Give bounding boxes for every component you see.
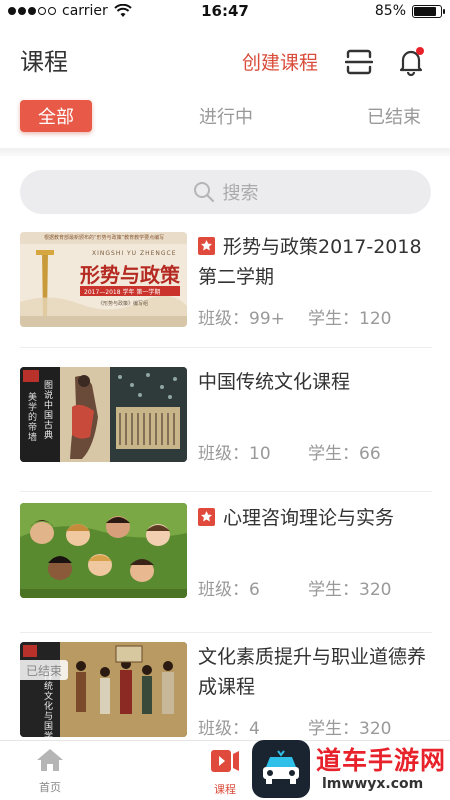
scan-icon[interactable] [345, 48, 373, 76]
search-input[interactable]: 搜索 [20, 170, 431, 214]
home-icon [37, 749, 63, 771]
class-count: 班级：6 [198, 580, 260, 600]
wifi-icon [114, 4, 132, 17]
course-item[interactable]: 图说中国古典 美学的帝墙 中国传统文化课程 班级：10 学生：66 [0, 367, 450, 492]
battery-percent: 85% [374, 3, 406, 19]
tab-all[interactable]: 全部 [20, 100, 92, 132]
status-left: carrier [8, 3, 132, 19]
course-thumbnail [20, 503, 187, 598]
row-divider [20, 491, 432, 492]
course-item[interactable]: 根据教育部最新颁布的“形势与政策”教育教学要点编写 XINGSHI YU ZHE… [0, 232, 450, 354]
class-count: 班级：10 [198, 444, 271, 464]
thumb-vertical-text: 图说中国古典 [44, 381, 54, 441]
tab-ongoing[interactable]: 进行中 [186, 100, 266, 132]
battery-fill [414, 6, 437, 16]
watermark-logo-icon [252, 740, 310, 798]
site-watermark: 道车手游网 lmwwyx.com [252, 738, 450, 800]
tab-ended[interactable]: 已结束 [354, 100, 434, 132]
course-title: 中国传统文化课程 [198, 371, 351, 393]
row-divider [20, 347, 432, 348]
signal-strength-icon [8, 7, 56, 15]
course-thumbnail: 图说中国古典 美学的帝墙 [20, 367, 187, 462]
search-placeholder: 搜索 [222, 183, 259, 204]
status-bar: carrier 16:47 85% [0, 0, 450, 22]
course-title-wrap: 心理咨询理论与实务 [198, 503, 430, 533]
student-count: 学生：120 [308, 309, 392, 329]
course-item[interactable]: 心理咨询理论与实务 班级：6 学生：320 [0, 503, 450, 633]
course-title: 文化素质提升与职业道德养成课程 [198, 646, 427, 698]
pinned-badge-icon [198, 237, 215, 255]
tabbar-item-course[interactable]: 课程 [195, 747, 255, 797]
row-divider [20, 632, 432, 633]
pinned-badge-icon [198, 508, 215, 526]
header: 课程 创建课程 [0, 36, 450, 86]
tabbar-label: 课程 [214, 783, 236, 796]
page-title: 课程 [20, 48, 68, 76]
ended-status-badge: 已结束 [20, 660, 68, 680]
thumb-top-note: 根据教育部最新颁布的“形势与政策”教育教学要点编写 [44, 235, 165, 241]
student-count: 学生：66 [308, 444, 381, 464]
section-divider [0, 148, 450, 156]
course-thumbnail: 根据教育部最新颁布的“形势与政策”教育教学要点编写 XINGSHI YU ZHE… [20, 232, 187, 327]
class-count: 班级：4 [198, 719, 260, 739]
course-title: 心理咨询理论与实务 [223, 507, 395, 529]
notification-bell-icon[interactable] [397, 46, 425, 76]
thumb-term: 2017—2018 学年 第一学期 [84, 289, 161, 296]
tabbar-label: 首页 [39, 781, 61, 794]
thumb-side-text: 美学的帝墙 [28, 393, 38, 443]
notification-dot [416, 47, 424, 55]
watermark-title: 道车手游网 [316, 746, 447, 775]
thumb-editor: 《形势与政策》编写组 [98, 301, 149, 307]
course-title: 形势与政策2017-2018第二学期 [198, 236, 422, 288]
create-course-button[interactable]: 创建课程 [242, 48, 318, 75]
filter-tabs: 全部 进行中 已结束 [0, 100, 450, 136]
course-icon [211, 750, 239, 772]
thumb-vertical-text: 传统文化与国学教育 [44, 672, 54, 737]
carrier-label: carrier [62, 3, 108, 19]
thumb-pinyin: XINGSHI YU ZHENGCE [92, 250, 177, 257]
course-thumbnail: 传统文化与国学教育 [20, 642, 187, 737]
watermark-text: 道车手游网 lmwwyx.com [316, 746, 446, 792]
watermark-url: lmwwyx.com [322, 776, 424, 792]
battery-icon [412, 4, 445, 18]
course-title-wrap: 形势与政策2017-2018第二学期 [198, 232, 430, 292]
thumb-heading: 形势与政策 [80, 263, 180, 287]
class-count: 班级：99+ [198, 309, 285, 329]
students-on-grass-photo [20, 503, 187, 598]
student-count: 学生：320 [308, 719, 392, 739]
status-right: 85% [374, 3, 445, 19]
search-icon [193, 182, 214, 203]
student-count: 学生：320 [308, 580, 392, 600]
tabbar-item-home[interactable]: 首页 [20, 747, 80, 795]
